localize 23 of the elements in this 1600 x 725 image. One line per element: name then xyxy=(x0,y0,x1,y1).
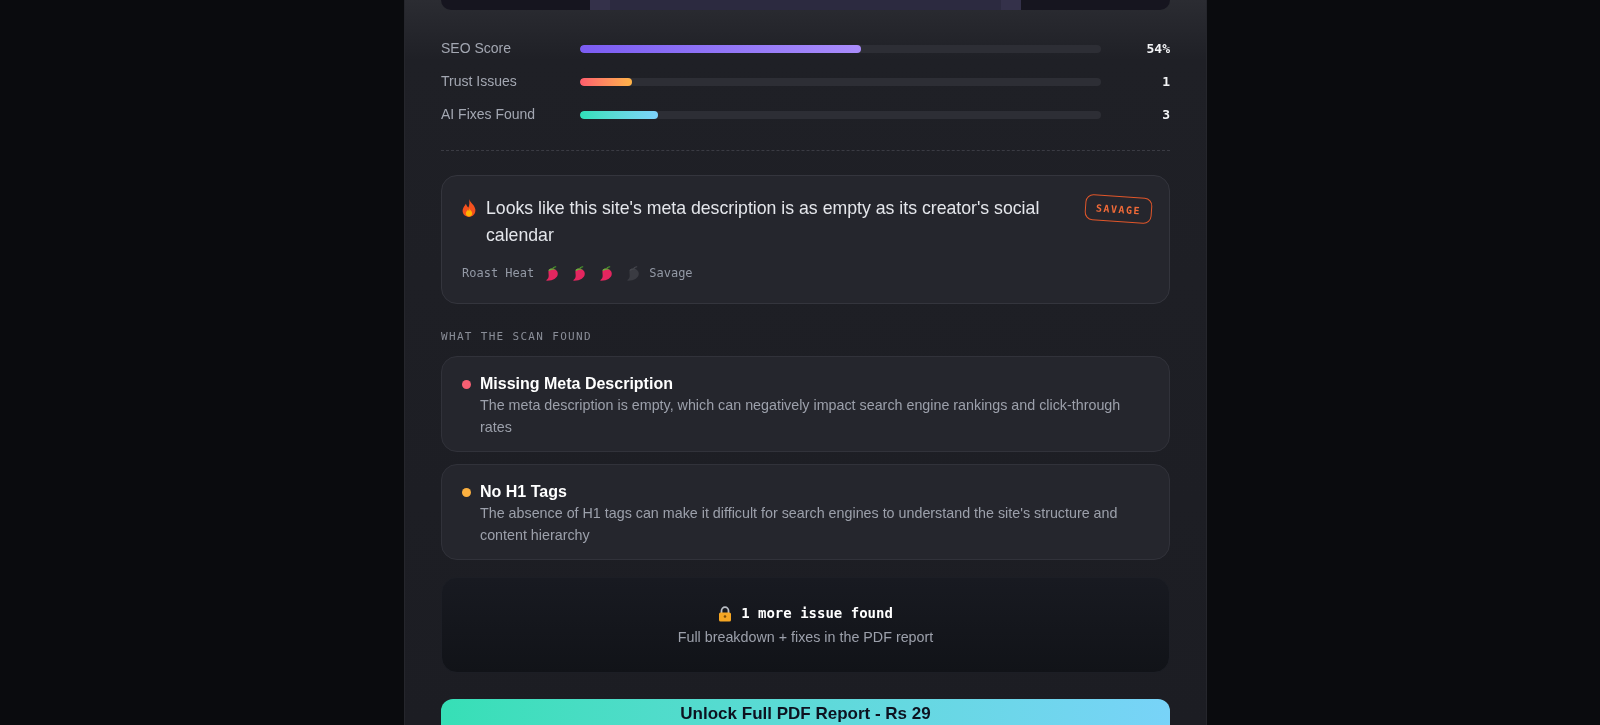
metric-label: SEO Score xyxy=(441,39,512,58)
dim-chili-pepper-icon xyxy=(627,265,640,281)
chili-pepper-icon xyxy=(546,265,559,281)
chili-pepper-icon xyxy=(600,265,613,281)
flame-icon xyxy=(462,199,476,217)
heat-label: Roast Heat xyxy=(462,265,535,282)
metric-value: 54% xyxy=(1146,39,1170,58)
metric-value: 1 xyxy=(1162,72,1170,91)
heat-level-text: Savage xyxy=(649,265,693,282)
unlock-report-button[interactable]: Unlock Full PDF Report - Rs 29 xyxy=(441,699,1170,725)
metric-label: Trust Issues xyxy=(441,72,517,91)
locked-subtitle: Full breakdown + fixes in the PDF report xyxy=(677,627,934,647)
locked-title: 1 more issue found xyxy=(741,604,893,623)
issue-description: The absence of H1 tags can make it difficult for search engines to understand the site's structure and content hierarchy xyxy=(480,504,1119,545)
metric-label: AI Fixes Found xyxy=(441,105,536,124)
section-heading: WHAT THE SCAN FOUND xyxy=(441,330,592,344)
roast-text: Looks like this site's meta description is as empty as its creator's social calendar xyxy=(486,197,1041,247)
metric-value: 3 xyxy=(1162,105,1170,124)
issue-title: Missing Meta Description xyxy=(480,374,673,394)
issue-description: The meta description is empty, which can negatively impact search engine rankings and click-through rates xyxy=(480,396,1122,437)
padlock-icon xyxy=(718,605,733,622)
chili-pepper-icon xyxy=(573,265,586,281)
issue-title: No H1 Tags xyxy=(480,482,567,502)
